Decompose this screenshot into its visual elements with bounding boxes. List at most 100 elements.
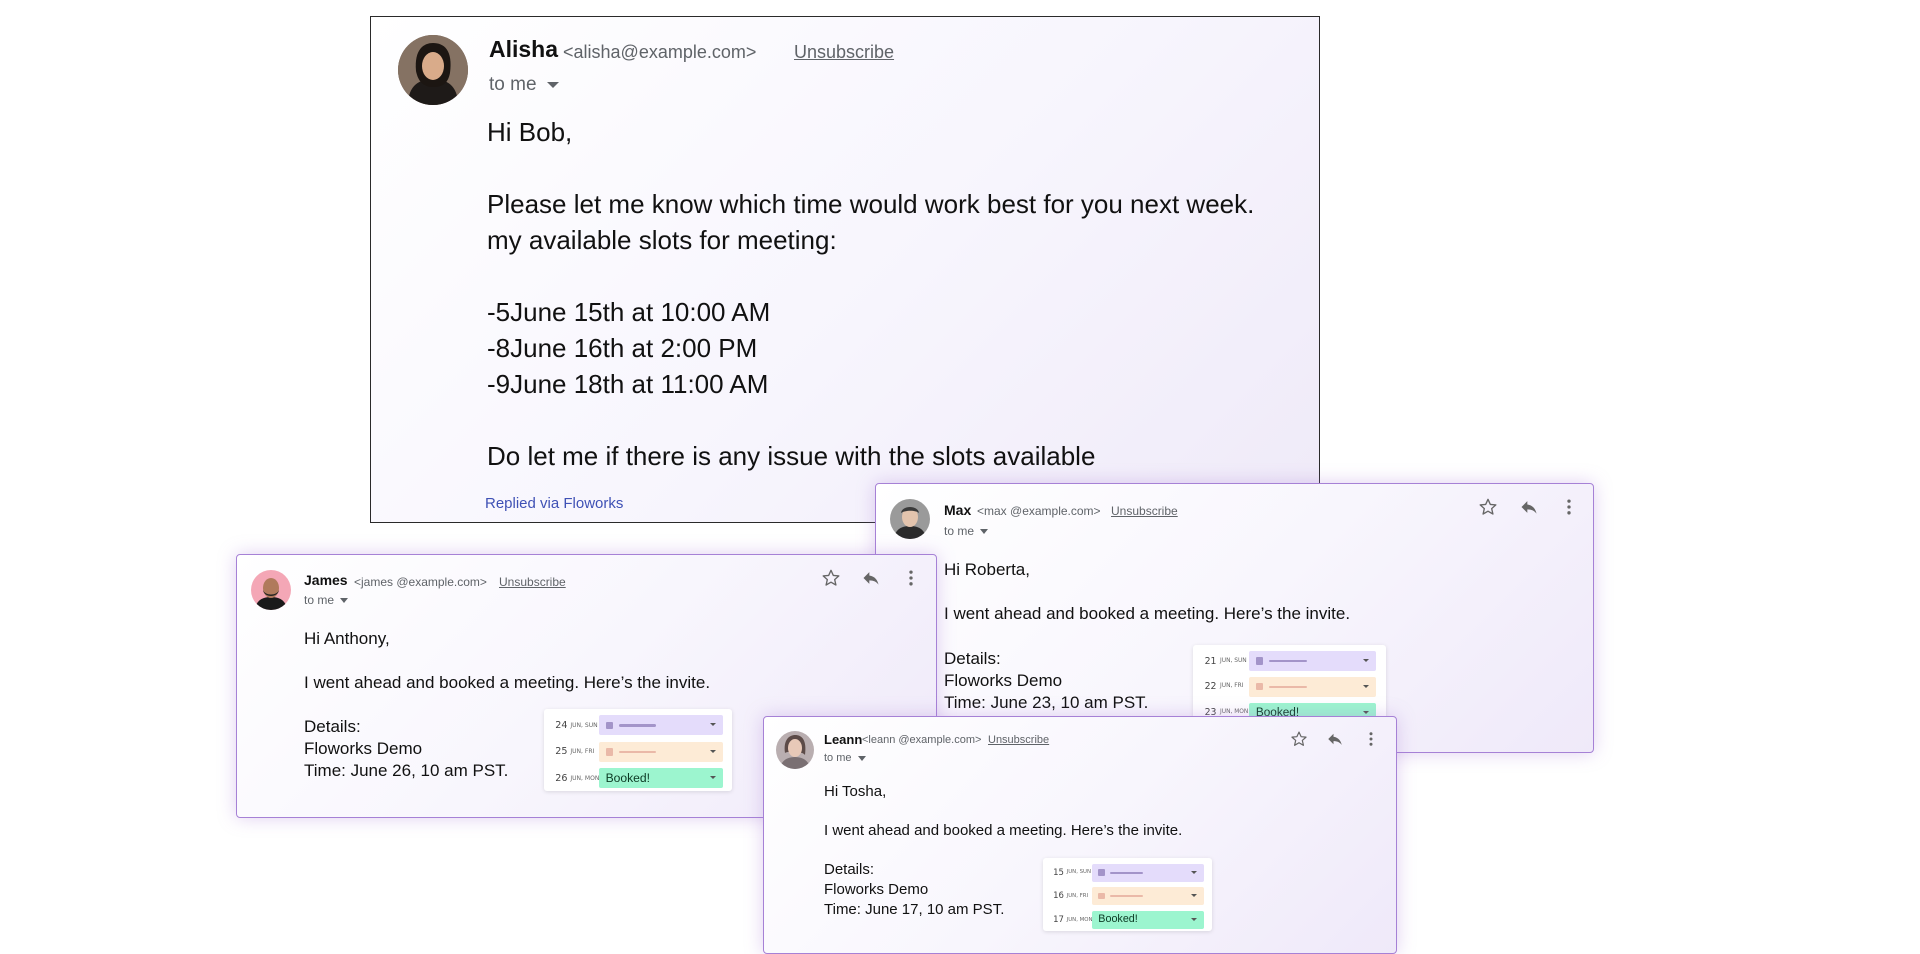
slot-status-dropdown[interactable] <box>598 715 723 736</box>
recipient-label: to me <box>944 524 975 538</box>
slot-status-dropdown[interactable] <box>1248 651 1377 671</box>
sender-name: Max <box>944 502 972 518</box>
recipient-dropdown[interactable]: to me <box>944 524 989 538</box>
email-card-leann: Leann <leann @example.com> Unsubscribe t… <box>763 716 1397 954</box>
slot-date: 25 <box>555 746 568 758</box>
avatar[interactable] <box>398 35 468 105</box>
avatar[interactable] <box>776 731 814 769</box>
slot-day: JUN, MON <box>1066 916 1093 923</box>
calendar-slot-row[interactable]: 25 JUN, FRI <box>544 739 732 764</box>
chevron-down-icon <box>709 776 716 780</box>
details-label: Details: <box>944 649 1001 668</box>
recipient-label: to me <box>304 593 335 607</box>
event-name: Floworks Demo <box>944 671 1063 690</box>
chevron-down-icon <box>340 598 349 604</box>
chevron-down-icon <box>1363 684 1370 688</box>
more-vert-icon[interactable] <box>1559 497 1579 517</box>
chevron-down-icon <box>1363 659 1370 663</box>
unsubscribe-link[interactable]: Unsubscribe <box>794 42 894 63</box>
slot-status-dropdown[interactable]: Booked! <box>1092 910 1204 929</box>
body-line: I went ahead and booked a meeting. Here’… <box>944 604 1351 623</box>
slot-day: JUN, MON <box>1220 709 1249 716</box>
chevron-down-icon <box>980 529 989 535</box>
slot-day: JUN, FRI <box>570 748 595 756</box>
slot-status-dropdown[interactable] <box>1248 676 1377 697</box>
slot-line: -5June 15th at 10:00 AM <box>487 297 771 327</box>
slot-date: 22 <box>1204 681 1217 693</box>
slot-status-dropdown[interactable] <box>598 741 723 762</box>
recipient-dropdown[interactable]: to me <box>824 752 866 764</box>
event-name: Floworks Demo <box>304 739 423 758</box>
unsubscribe-link[interactable]: Unsubscribe <box>1111 504 1178 518</box>
slot-status-dropdown[interactable] <box>1092 863 1204 882</box>
avatar[interactable] <box>251 570 291 610</box>
slot-status-dropdown[interactable]: Booked! <box>598 768 723 789</box>
calendar-slot-row[interactable]: 17 JUN, MON Booked! <box>1043 909 1212 931</box>
calendar-slot-row[interactable]: 16 JUN, FRI <box>1043 885 1212 907</box>
person-avatar-icon <box>776 731 814 769</box>
body-line: my available slots for meeting: <box>487 225 837 255</box>
recipient-label: to me <box>489 74 537 95</box>
slot-date: 21 <box>1204 655 1217 667</box>
booked-label: Booked! <box>605 770 651 785</box>
booked-label: Booked! <box>1098 912 1138 925</box>
body-line: Please let me know which time would work… <box>487 189 1255 219</box>
calendar-invite-preview[interactable]: 15 JUN, SUN 16 JUN, FRI 17 JUN, MON Booked! <box>1043 858 1212 931</box>
slot-date: 15 <box>1053 867 1064 878</box>
chevron-down-icon <box>709 749 716 753</box>
slot-day: JUN, SUN <box>570 721 598 729</box>
sender-email: <max @example.com> <box>977 504 1101 518</box>
recipient-dropdown[interactable]: to me <box>304 593 349 607</box>
slot-day: JUN, MON <box>570 774 600 782</box>
placeholder-bar <box>618 724 656 727</box>
slot-date: 24 <box>555 719 568 731</box>
body-line: I went ahead and booked a meeting. Here’… <box>824 822 1183 839</box>
sender-email: <alisha@example.com> <box>563 42 757 62</box>
calendar-slot-row[interactable]: 15 JUN, SUN <box>1043 861 1212 883</box>
status-dot-icon <box>1098 869 1105 876</box>
calendar-slot-row[interactable]: 21 JUN, SUN <box>1193 649 1386 674</box>
avatar[interactable] <box>890 499 930 539</box>
slot-date: 17 <box>1053 914 1064 925</box>
reply-icon[interactable] <box>1519 497 1539 517</box>
more-vert-icon[interactable] <box>1362 730 1380 748</box>
greeting: Hi Bob, <box>487 117 573 147</box>
reply-icon[interactable] <box>1326 730 1344 748</box>
details-label: Details: <box>824 861 875 878</box>
replied-via-link[interactable]: Replied via Floworks <box>485 495 623 512</box>
placeholder-bar <box>618 750 656 754</box>
sender-email: <james @example.com> <box>354 575 487 589</box>
sender-email: <leann @example.com> <box>862 734 982 746</box>
chevron-down-icon <box>709 723 716 727</box>
greeting: Hi Anthony, <box>304 629 390 648</box>
star-icon[interactable] <box>1478 497 1498 517</box>
chevron-down-icon <box>1191 917 1198 921</box>
chevron-down-icon <box>857 755 866 761</box>
sender-name: Leann <box>824 732 863 747</box>
more-vert-icon[interactable] <box>901 568 921 588</box>
event-time: Time: June 26, 10 am PST. <box>304 761 509 780</box>
calendar-invite-preview[interactable]: 24 JUN, SUN 25 JUN, FRI 26 JUN, MON Booked! <box>544 709 732 791</box>
greeting: Hi Tosha, <box>824 783 887 800</box>
calendar-invite-preview[interactable]: 21 JUN, SUN 22 JUN, FRI 23 JUN, MON Booked! <box>1193 645 1386 725</box>
placeholder-bar <box>1109 895 1144 898</box>
details-label: Details: <box>304 717 361 736</box>
calendar-slot-row[interactable]: 26 JUN, MON Booked! <box>544 766 732 791</box>
sender-name: James <box>304 572 348 588</box>
calendar-slot-row[interactable]: 22 JUN, FRI <box>1193 675 1386 700</box>
status-dot-icon <box>1098 892 1105 900</box>
recipient-label: to me <box>824 752 852 764</box>
slot-status-dropdown[interactable] <box>1092 887 1204 906</box>
recipient-dropdown[interactable]: to me <box>489 74 559 96</box>
star-icon[interactable] <box>1290 730 1308 748</box>
body-line: I went ahead and booked a meeting. Here’… <box>304 673 711 692</box>
star-icon[interactable] <box>821 568 841 588</box>
unsubscribe-link[interactable]: Unsubscribe <box>988 734 1049 746</box>
calendar-slot-row[interactable]: 24 JUN, SUN <box>544 713 732 738</box>
slot-day: JUN, FRI <box>1220 683 1244 690</box>
closing-line: Do let me if there is any issue with the… <box>487 441 1096 471</box>
unsubscribe-link[interactable]: Unsubscribe <box>499 575 566 589</box>
reply-icon[interactable] <box>861 568 881 588</box>
status-dot-icon <box>605 748 613 756</box>
greeting: Hi Roberta, <box>944 560 1030 579</box>
